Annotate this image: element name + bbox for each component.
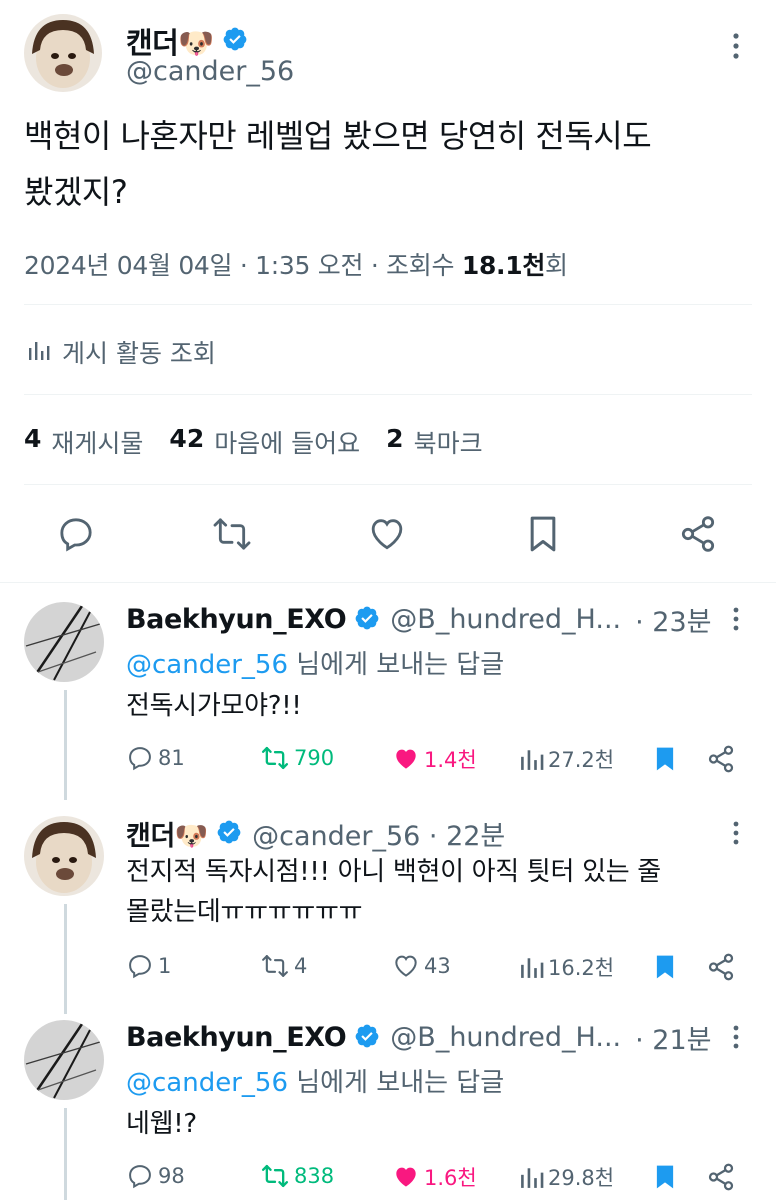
bookmarks-stat[interactable]: 2 북마크 <box>386 424 482 460</box>
reply-1-views[interactable]: 27.2천 <box>520 744 614 774</box>
divider <box>0 582 776 583</box>
reply-1-replying-to: @cander_56 님에게 보내는 답글 <box>126 650 505 680</box>
reply-2-line-2: 몰랐는데ㅠㅠㅠㅠㅠㅠ <box>126 897 363 927</box>
main-tweet-text: 백현이 나혼자만 레벨업 봤으면 당연히 전독시도 봤겠지? <box>24 108 764 220</box>
reply-1-time[interactable]: · 23분 <box>635 600 711 639</box>
reply-2-author-name[interactable]: 캔더🐶 <box>126 814 209 853</box>
verified-badge-icon <box>354 605 380 635</box>
more-options-icon[interactable] <box>730 1024 742 1054</box>
like-button[interactable] <box>367 514 407 558</box>
thread-line <box>64 1108 67 1200</box>
reply-3-views[interactable]: 29.8천 <box>520 1162 614 1192</box>
post-analytics-link[interactable]: 게시 활동 조회 <box>28 334 216 370</box>
reply-button[interactable] <box>56 514 96 558</box>
main-author-handle[interactable]: @cander_56 <box>126 56 294 87</box>
share-button[interactable] <box>678 514 718 558</box>
reply-3-text: 네웹!? <box>126 1109 197 1139</box>
reply-1-text: 전독시가모야?!! <box>126 691 302 721</box>
divider <box>24 394 752 395</box>
reply-3-repost-button[interactable]: 838 <box>260 1162 334 1190</box>
more-options-icon[interactable] <box>730 820 742 850</box>
reply-3-replying-to: @cander_56 님에게 보내는 답글 <box>126 1068 505 1098</box>
analytics-icon <box>28 338 50 367</box>
engagement-stats: 4 재게시물 42 마음에 들어요 2 북마크 <box>24 424 509 460</box>
reply-author-avatar[interactable] <box>24 816 104 896</box>
reply-3-like-button[interactable]: 1.6천 <box>392 1162 477 1192</box>
main-tweet-line-1: 백현이 나혼자만 레벨업 봤으면 당연히 전독시도 <box>24 117 652 155</box>
mention-link[interactable]: @cander_56 <box>126 1068 288 1098</box>
divider <box>24 304 752 305</box>
analytics-label: 게시 활동 조회 <box>62 339 216 368</box>
verified-badge-icon <box>354 1023 380 1053</box>
reply-3-share-button[interactable] <box>706 1162 736 1196</box>
reply-3-comment-button[interactable]: 98 <box>126 1162 185 1190</box>
reply-2-author-handle[interactable]: @cander_56 · 22분 <box>252 814 505 853</box>
reply-2-bookmark-button[interactable] <box>652 952 678 986</box>
reply-1-bookmark-button[interactable] <box>652 744 678 778</box>
main-tweet-line-2: 봤겠지? <box>24 173 128 211</box>
reply-2-comment-button[interactable]: 1 <box>126 952 171 980</box>
more-options-icon[interactable] <box>730 32 742 64</box>
reply-1-share-button[interactable] <box>706 744 736 778</box>
repost-button[interactable] <box>212 514 252 558</box>
reply-1-author-name[interactable]: Baekhyun_EXO <box>126 604 347 635</box>
meta-date-time: 2024년 04월 04일 · 1:35 오전 · 조회수 <box>24 251 462 280</box>
verified-badge-icon <box>216 819 242 849</box>
reply-author-avatar[interactable] <box>24 1020 104 1100</box>
reply-1-like-button[interactable]: 1.4천 <box>392 744 477 774</box>
reply-3-author-handle[interactable]: @B_hundred_H... <box>390 1022 621 1053</box>
verified-badge-icon <box>222 26 248 56</box>
meta-views-suffix: 회 <box>545 251 568 280</box>
main-tweet-meta: 2024년 04월 04일 · 1:35 오전 · 조회수 18.1천회 <box>24 246 568 282</box>
reposts-stat[interactable]: 4 재게시물 <box>24 424 143 460</box>
reply-2-line-1: 전지적 독자시점!!! 아니 백현이 아직 틧터 있는 줄 <box>126 857 661 887</box>
reply-author-avatar[interactable] <box>24 602 104 682</box>
bookmark-button[interactable] <box>523 514 563 558</box>
likes-stat[interactable]: 42 마음에 들어요 <box>169 424 360 460</box>
reply-3-time[interactable]: · 21분 <box>635 1018 711 1057</box>
mention-link[interactable]: @cander_56 <box>126 650 288 680</box>
reply-3-bookmark-button[interactable] <box>652 1162 678 1196</box>
main-author-avatar[interactable] <box>24 14 102 92</box>
reply-1-comment-button[interactable]: 81 <box>126 744 185 772</box>
divider <box>24 484 752 485</box>
thread-line <box>64 904 67 1014</box>
reply-3-author-name[interactable]: Baekhyun_EXO <box>126 1022 347 1053</box>
reply-2-text: 전지적 독자시점!!! 아니 백현이 아직 틧터 있는 줄 몰랐는데ㅠㅠㅠㅠㅠㅠ <box>126 852 746 932</box>
thread-line <box>64 690 67 800</box>
meta-views-count: 18.1천 <box>461 251 546 280</box>
reply-2-share-button[interactable] <box>706 952 736 986</box>
more-options-icon[interactable] <box>730 606 742 636</box>
reply-1-repost-button[interactable]: 790 <box>260 744 334 772</box>
reply-1-author-handle[interactable]: @B_hundred_H... <box>390 604 621 635</box>
reply-2-repost-button[interactable]: 4 <box>260 952 307 980</box>
reply-2-like-button[interactable]: 43 <box>392 952 451 980</box>
reply-2-views[interactable]: 16.2천 <box>520 952 614 982</box>
